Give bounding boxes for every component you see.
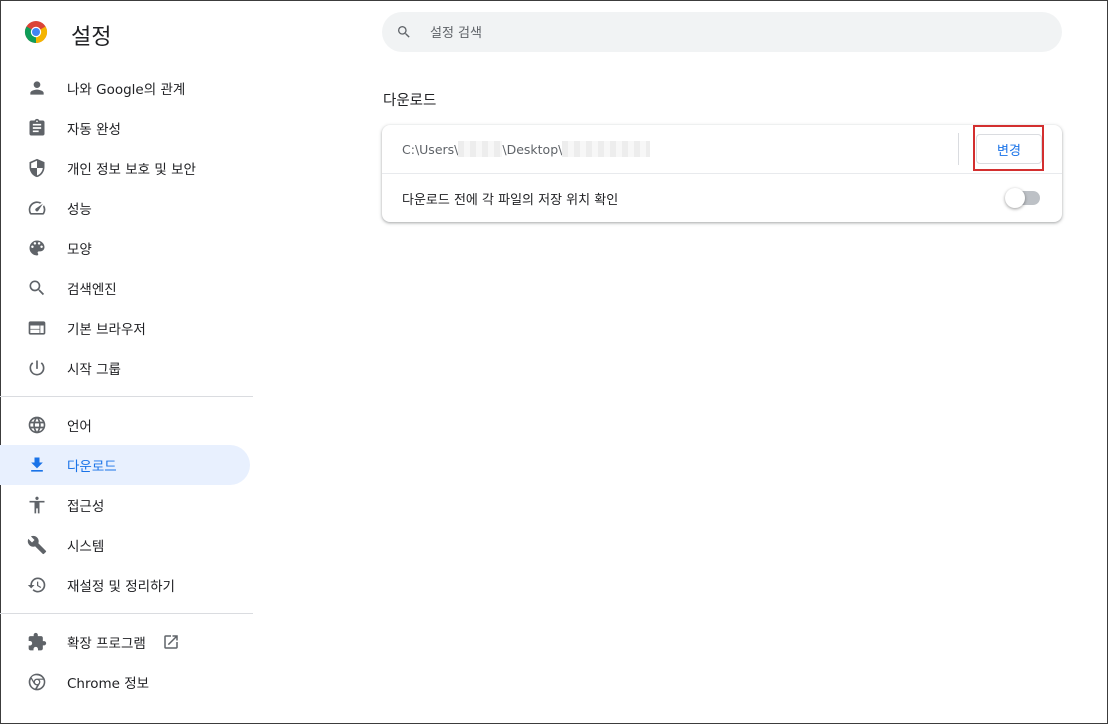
download-path: C:\Users\ \Desktop\ xyxy=(402,141,651,157)
sidebar-item-accessibility[interactable]: 접근성 xyxy=(0,485,250,525)
ask-location-row[interactable]: 다운로드 전에 각 파일의 저장 위치 확인 xyxy=(382,174,1062,222)
power-icon xyxy=(26,357,48,379)
wrench-icon xyxy=(26,534,48,556)
sidebar-item-label: 언어 xyxy=(67,419,92,435)
sidebar-item-privacy[interactable]: 개인 정보 보호 및 보안 xyxy=(0,148,250,188)
change-location-button[interactable]: 변경 xyxy=(976,134,1042,164)
sidebar-item-label: 성능 xyxy=(67,202,92,218)
palette-icon xyxy=(26,237,48,259)
sidebar-item-appearance[interactable]: 모양 xyxy=(0,228,250,268)
sidebar-item-downloads[interactable]: 다운로드 xyxy=(0,445,250,485)
browser-icon xyxy=(26,317,48,339)
sidebar-item-label: Chrome 정보 xyxy=(67,676,150,692)
sidebar-item-label: 접근성 xyxy=(67,499,105,515)
sidebar-item-label: 시작 그룹 xyxy=(67,362,121,378)
sidebar-item-label: 기본 브라우저 xyxy=(67,322,146,338)
row-divider xyxy=(958,133,959,165)
sidebar-item-label: 자동 완성 xyxy=(67,122,121,138)
ask-location-label: 다운로드 전에 각 파일의 저장 위치 확인 xyxy=(402,192,619,208)
sidebar-divider xyxy=(0,613,253,614)
history-icon xyxy=(26,574,48,596)
accessibility-icon xyxy=(26,494,48,516)
person-icon xyxy=(26,77,48,99)
path-prefix: C:\Users\ xyxy=(402,141,459,157)
sidebar-item-search-engine[interactable]: 검색엔진 xyxy=(0,268,250,308)
ask-location-toggle[interactable] xyxy=(1005,188,1040,208)
download-location-row: C:\Users\ \Desktop\ 변경 xyxy=(382,125,1062,173)
globe-icon xyxy=(26,414,48,436)
section-title: 다운로드 xyxy=(383,93,437,109)
sidebar-item-default-browser[interactable]: 기본 브라우저 xyxy=(0,308,250,348)
sidebar-item-about-chrome[interactable]: Chrome 정보 xyxy=(0,662,250,702)
sidebar-item-extensions[interactable]: 확장 프로그램 xyxy=(0,622,250,662)
sidebar-item-label: 확장 프로그램 xyxy=(67,636,146,652)
sidebar-item-label: 나와 Google의 관계 xyxy=(67,82,186,98)
downloads-card: C:\Users\ \Desktop\ 변경 다운로드 전에 각 파일의 저장 … xyxy=(382,125,1062,222)
clipboard-icon xyxy=(26,117,48,139)
puzzle-icon xyxy=(26,631,48,653)
chrome-icon xyxy=(26,671,48,693)
sidebar-item-autofill[interactable]: 자동 완성 xyxy=(0,108,250,148)
path-middle: \Desktop\ xyxy=(502,141,563,157)
sidebar-divider xyxy=(0,396,253,397)
download-icon xyxy=(26,454,48,476)
sidebar-item-label: 시스템 xyxy=(67,539,105,555)
sidebar-item-label: 개인 정보 보호 및 보안 xyxy=(67,162,196,178)
open-in-new-icon xyxy=(162,633,180,651)
sidebar-item-label: 모양 xyxy=(67,242,92,258)
sidebar-item-languages[interactable]: 언어 xyxy=(0,405,250,445)
chrome-logo-icon xyxy=(24,21,48,43)
sidebar-item-system[interactable]: 시스템 xyxy=(0,525,250,565)
sidebar-item-label: 다운로드 xyxy=(67,459,117,475)
search-icon xyxy=(26,277,48,299)
sidebar-item-label: 검색엔진 xyxy=(67,282,117,298)
sidebar: 나와 Google의 관계 자동 완성 개인 정보 보호 및 보안 성능 모양 … xyxy=(0,68,254,702)
redacted-folder xyxy=(562,141,651,157)
sidebar-item-label: 재설정 및 정리하기 xyxy=(67,579,175,595)
sidebar-item-you-and-google[interactable]: 나와 Google의 관계 xyxy=(0,68,250,108)
search-icon xyxy=(398,26,410,38)
sidebar-item-on-startup[interactable]: 시작 그룹 xyxy=(0,348,250,388)
toggle-knob xyxy=(1005,188,1025,208)
redacted-username xyxy=(458,141,503,157)
search-input[interactable] xyxy=(428,12,1032,54)
sidebar-item-reset[interactable]: 재설정 및 정리하기 xyxy=(0,565,250,605)
speedometer-icon xyxy=(26,197,48,219)
page-title: 설정 xyxy=(71,25,112,50)
sidebar-item-performance[interactable]: 성능 xyxy=(0,188,250,228)
shield-icon xyxy=(26,157,48,179)
settings-search[interactable] xyxy=(382,12,1062,54)
